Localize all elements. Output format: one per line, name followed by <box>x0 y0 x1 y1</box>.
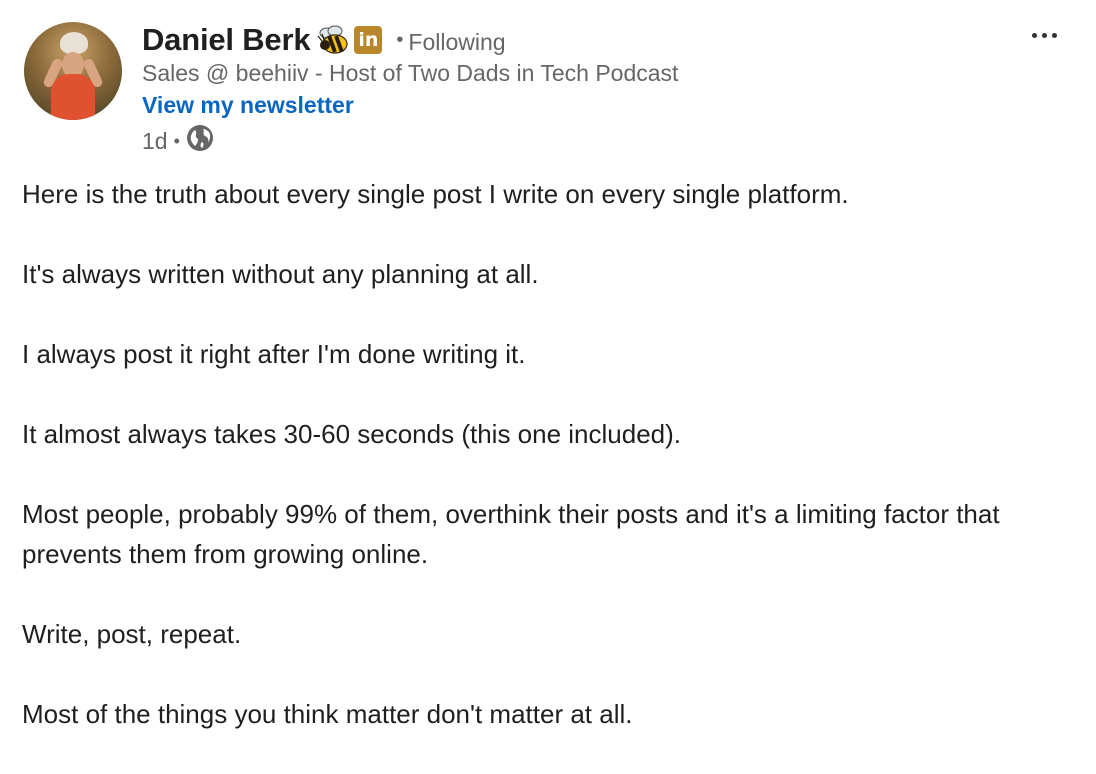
more-dot-icon <box>1051 32 1057 38</box>
post-paragraph: Most of the things you think matter don'… <box>22 699 633 729</box>
more-dot-icon <box>1041 32 1047 38</box>
post-paragraph: Write, post, repeat. <box>22 619 242 649</box>
author-avatar[interactable] <box>24 22 122 120</box>
post-paragraph: Here is the truth about every single pos… <box>22 179 849 209</box>
author-name[interactable]: Daniel Berk <box>142 22 311 58</box>
post-meta: 1d • <box>142 124 214 158</box>
post-age: 1d <box>142 127 168 154</box>
post-paragraph: I always post it right after I'm done wr… <box>22 339 526 369</box>
view-newsletter-link[interactable]: View my newsletter <box>142 92 354 119</box>
linkedin-premium-icon: in <box>354 26 383 54</box>
name-separator-dot: • <box>396 28 404 51</box>
bee-emoji-icon <box>316 25 350 55</box>
post-paragraph: It almost always takes 30-60 seconds (th… <box>22 419 682 449</box>
more-options-button[interactable] <box>1024 22 1064 48</box>
avatar-child-figure <box>60 32 88 54</box>
post-paragraph: It's always written without any planning… <box>22 259 539 289</box>
more-dot-icon <box>1031 32 1037 38</box>
meta-separator-dot: • <box>173 130 180 151</box>
avatar-shirt <box>51 74 95 120</box>
author-headline: Sales @ beehiiv - Host of Two Dads in Te… <box>142 60 679 86</box>
post-body: Here is the truth about every single pos… <box>22 174 1062 774</box>
globe-icon <box>186 124 214 158</box>
post-paragraph: Most people, probably 99% of them, overt… <box>22 499 1000 569</box>
author-name-row: Daniel Berk in • Following <box>142 20 506 60</box>
following-status[interactable]: Following <box>408 29 505 56</box>
